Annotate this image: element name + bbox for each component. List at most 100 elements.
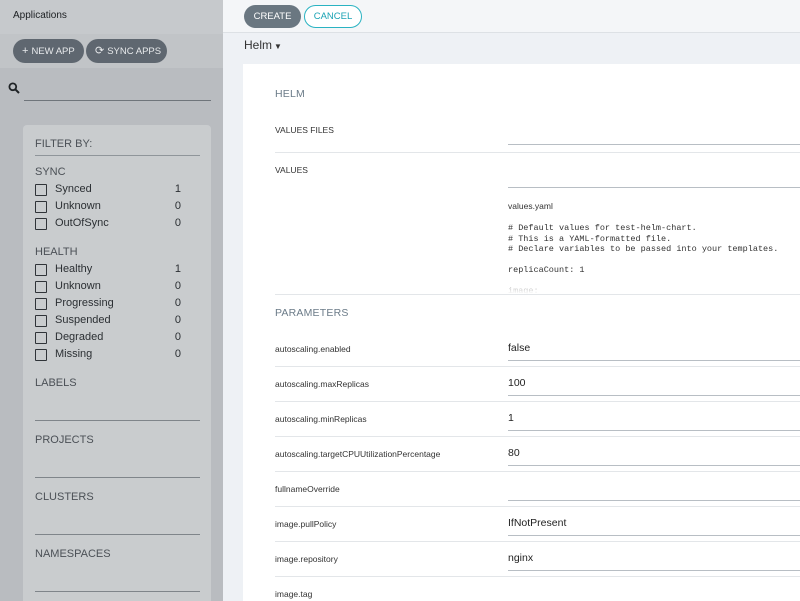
param-name: image.repository xyxy=(275,554,338,564)
applications-sidebar: Applications + NEW APP ⟳ SYNC APPS FILTER … xyxy=(0,0,223,601)
filter-label: Suspended xyxy=(55,314,111,326)
param-name: autoscaling.targetCPUUtilizationPercenta… xyxy=(275,449,441,459)
filter-count: 0 xyxy=(174,348,181,360)
checkbox[interactable] xyxy=(35,349,47,361)
panel-toolbar: CREATE CANCEL xyxy=(223,0,800,33)
filter-health-healthy[interactable]: Healthy 1 xyxy=(35,262,181,279)
filter-count: 0 xyxy=(174,314,181,326)
divider xyxy=(275,294,800,295)
param-value: 80 xyxy=(508,447,520,459)
projects-filter-title: PROJECTS xyxy=(35,434,94,446)
source-type-value: Helm xyxy=(244,38,273,52)
search-input[interactable] xyxy=(24,100,211,101)
page-title: Applications xyxy=(13,10,67,21)
chevron-down-icon: ▼ xyxy=(274,42,282,51)
sidebar-topbar: Applications xyxy=(0,0,223,34)
divider xyxy=(275,152,800,153)
divider xyxy=(275,401,800,402)
checkbox[interactable] xyxy=(35,332,47,344)
checkbox[interactable] xyxy=(35,201,47,213)
namespaces-filter-input[interactable] xyxy=(35,591,200,592)
sync-icon: ⟳ xyxy=(95,45,105,57)
sidebar-toolbar: + NEW APP ⟳ SYNC APPS xyxy=(0,34,223,68)
filter-count: 1 xyxy=(174,183,181,195)
filter-count: 0 xyxy=(174,280,181,292)
sync-apps-label: SYNC APPS xyxy=(107,46,162,57)
cancel-button[interactable]: CANCEL xyxy=(304,5,362,28)
parameters-section-title: PARAMETERS xyxy=(275,307,349,319)
filter-label: Degraded xyxy=(55,331,104,343)
checkbox[interactable] xyxy=(35,184,47,196)
source-type-dropdown[interactable]: Helm ▼ xyxy=(244,38,282,52)
param-input[interactable] xyxy=(508,465,800,466)
helm-settings-card: HELM VALUES FILES VALUES values.yaml # D… xyxy=(243,64,800,601)
filter-count: 0 xyxy=(174,331,181,343)
labels-filter-input[interactable] xyxy=(35,420,200,421)
health-filter-title: HEALTH xyxy=(35,246,78,258)
create-app-panel: CREATE CANCEL Helm ▼ HELM VALUES FILES VA… xyxy=(223,0,800,601)
checkbox[interactable] xyxy=(35,264,47,276)
param-input[interactable] xyxy=(508,395,800,396)
new-app-label: NEW APP xyxy=(31,46,75,57)
labels-filter-title: LABELS xyxy=(35,377,77,389)
param-value: 100 xyxy=(508,377,526,389)
param-name: autoscaling.enabled xyxy=(275,344,351,354)
filter-health-missing[interactable]: Missing 0 xyxy=(35,347,181,364)
param-name: autoscaling.maxReplicas xyxy=(275,379,370,389)
filter-count: 1 xyxy=(174,263,181,275)
param-input[interactable] xyxy=(508,500,800,501)
checkbox[interactable] xyxy=(35,315,47,327)
filter-label: Unknown xyxy=(55,280,101,292)
filter-count: 0 xyxy=(174,297,181,309)
param-input[interactable] xyxy=(508,570,800,571)
divider xyxy=(275,471,800,472)
checkbox[interactable] xyxy=(35,281,47,293)
param-name: image.tag xyxy=(275,589,313,599)
new-app-button[interactable]: + NEW APP xyxy=(13,39,84,63)
param-value: nginx xyxy=(508,552,534,564)
search-icon xyxy=(8,82,20,94)
filter-health-unknown[interactable]: Unknown 0 xyxy=(35,279,181,296)
values-files-input[interactable] xyxy=(508,144,800,145)
values-yaml-editor[interactable]: values.yaml # Default values for test-he… xyxy=(508,201,800,294)
param-name: fullnameOverride xyxy=(275,484,340,494)
filter-label: OutOfSync xyxy=(55,217,109,229)
values-file-name: values.yaml xyxy=(508,201,553,211)
namespaces-filter-title: NAMESPACES xyxy=(35,548,111,560)
filter-label: Progressing xyxy=(55,297,114,309)
param-input[interactable] xyxy=(508,430,800,431)
create-button[interactable]: CREATE xyxy=(244,5,301,28)
filter-count: 0 xyxy=(174,200,181,212)
filter-count: 0 xyxy=(174,217,181,229)
divider xyxy=(275,506,800,507)
checkbox[interactable] xyxy=(35,218,47,230)
clusters-filter-input[interactable] xyxy=(35,534,200,535)
divider xyxy=(275,366,800,367)
filter-sync-unknown[interactable]: Unknown 0 xyxy=(35,199,181,216)
filter-label: Healthy xyxy=(55,263,93,275)
filter-health-progressing[interactable]: Progressing 0 xyxy=(35,296,181,313)
divider xyxy=(35,155,200,156)
values-input[interactable] xyxy=(508,187,800,188)
divider xyxy=(275,541,800,542)
filter-sync-synced[interactable]: Synced 1 xyxy=(35,182,181,199)
param-value: 1 xyxy=(508,412,514,424)
projects-filter-input[interactable] xyxy=(35,477,200,478)
filter-sync-outofsync[interactable]: OutOfSync 0 xyxy=(35,216,181,233)
helm-section-title: HELM xyxy=(275,88,305,100)
param-name: image.pullPolicy xyxy=(275,519,337,529)
checkbox[interactable] xyxy=(35,298,47,310)
sync-apps-button[interactable]: ⟳ SYNC APPS xyxy=(86,39,167,63)
param-input[interactable] xyxy=(508,535,800,536)
param-value: IfNotPresent xyxy=(508,517,567,529)
filter-header: FILTER BY: xyxy=(35,138,93,150)
param-input[interactable] xyxy=(508,360,800,361)
filter-health-suspended[interactable]: Suspended 0 xyxy=(35,313,181,330)
filter-label: Missing xyxy=(55,348,93,360)
filter-health-degraded[interactable]: Degraded 0 xyxy=(35,330,181,347)
values-label: VALUES xyxy=(275,165,308,175)
plus-icon: + xyxy=(22,45,29,57)
filter-label: Synced xyxy=(55,183,92,195)
clusters-filter-title: CLUSTERS xyxy=(35,491,94,503)
param-name: autoscaling.minReplicas xyxy=(275,414,367,424)
